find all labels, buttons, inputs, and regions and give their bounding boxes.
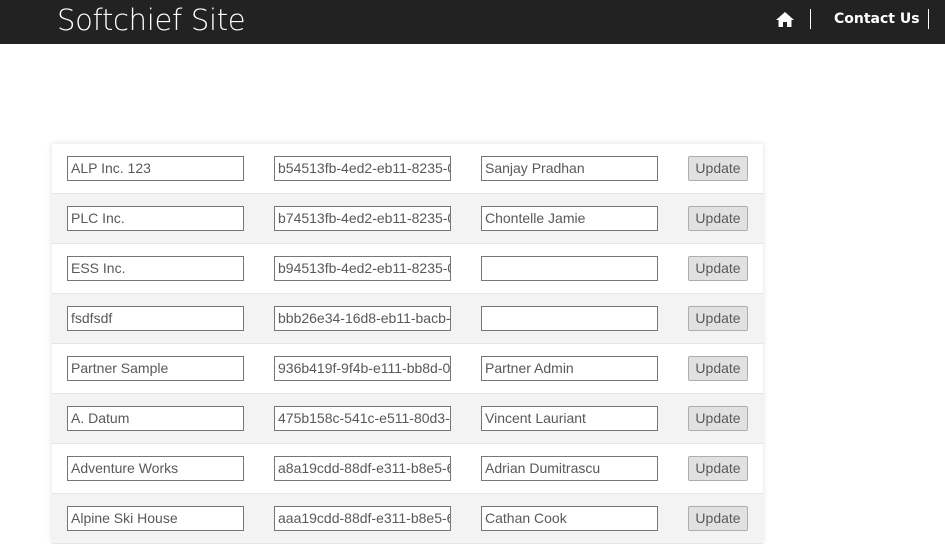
- list-item: fsdfsdf bbb26e34-16d8-eb11-bacb-0 Update: [52, 294, 763, 344]
- list-item: Adventure Works a8a19cdd-88df-e311-b8e5-6…: [52, 444, 763, 494]
- home-icon[interactable]: [775, 10, 795, 30]
- top-navigation-bar: Softchief Site Contact Us: [0, 0, 945, 44]
- account-id-input[interactable]: b74513fb-4ed2-eb11-8235-0: [274, 206, 451, 231]
- account-name-input[interactable]: Adventure Works: [67, 456, 244, 481]
- account-id-input[interactable]: aaa19cdd-88df-e311-b8e5-6: [274, 506, 451, 531]
- nav-divider: [810, 9, 811, 29]
- update-button[interactable]: Update: [688, 356, 748, 381]
- primary-contact-input[interactable]: Sanjay Pradhan: [481, 156, 658, 181]
- nav-divider: [928, 9, 929, 29]
- list-item: ALP Inc. 123 b54513fb-4ed2-eb11-8235-0 San…: [52, 144, 763, 194]
- update-button[interactable]: Update: [688, 206, 748, 231]
- account-id-input[interactable]: a8a19cdd-88df-e311-b8e5-6: [274, 456, 451, 481]
- account-id-input[interactable]: bbb26e34-16d8-eb11-bacb-0: [274, 306, 451, 331]
- account-name-input[interactable]: ESS Inc.: [67, 256, 244, 281]
- account-name-input[interactable]: A. Datum: [67, 406, 244, 431]
- update-button[interactable]: Update: [688, 406, 748, 431]
- account-name-input[interactable]: fsdfsdf: [67, 306, 244, 331]
- update-button[interactable]: Update: [688, 506, 748, 531]
- update-button[interactable]: Update: [688, 156, 748, 181]
- account-name-input[interactable]: ALP Inc. 123: [67, 156, 244, 181]
- primary-contact-input[interactable]: Cathan Cook: [481, 506, 658, 531]
- account-name-input[interactable]: Partner Sample: [67, 356, 244, 381]
- site-title[interactable]: Softchief Site: [57, 1, 246, 41]
- account-id-input[interactable]: 936b419f-9f4b-e111-bb8d-00: [274, 356, 451, 381]
- account-id-input[interactable]: 475b158c-541c-e511-80d3-3: [274, 406, 451, 431]
- list-item: ESS Inc. b94513fb-4ed2-eb11-8235-0 Update: [52, 244, 763, 294]
- account-id-input[interactable]: b94513fb-4ed2-eb11-8235-0: [274, 256, 451, 281]
- primary-contact-input[interactable]: Partner Admin: [481, 356, 658, 381]
- account-list: ALP Inc. 123 b54513fb-4ed2-eb11-8235-0 San…: [52, 144, 763, 544]
- contact-us-link[interactable]: Contact Us: [834, 0, 920, 38]
- list-item: Partner Sample 936b419f-9f4b-e111-bb8d-00…: [52, 344, 763, 394]
- primary-contact-input[interactable]: Adrian Dumitrascu: [481, 456, 658, 481]
- update-button[interactable]: Update: [688, 306, 748, 331]
- primary-contact-input[interactable]: Vincent Lauriant: [481, 406, 658, 431]
- account-name-input[interactable]: PLC Inc.: [67, 206, 244, 231]
- account-id-input[interactable]: b54513fb-4ed2-eb11-8235-0: [274, 156, 451, 181]
- list-item: PLC Inc. b74513fb-4ed2-eb11-8235-0 Chontel…: [52, 194, 763, 244]
- account-name-input[interactable]: Alpine Ski House: [67, 506, 244, 531]
- update-button[interactable]: Update: [688, 456, 748, 481]
- primary-contact-input[interactable]: Chontelle Jamie: [481, 206, 658, 231]
- list-item: A. Datum 475b158c-541c-e511-80d3-3 Vincent…: [52, 394, 763, 444]
- primary-contact-input[interactable]: [481, 256, 658, 281]
- primary-contact-input[interactable]: [481, 306, 658, 331]
- update-button[interactable]: Update: [688, 256, 748, 281]
